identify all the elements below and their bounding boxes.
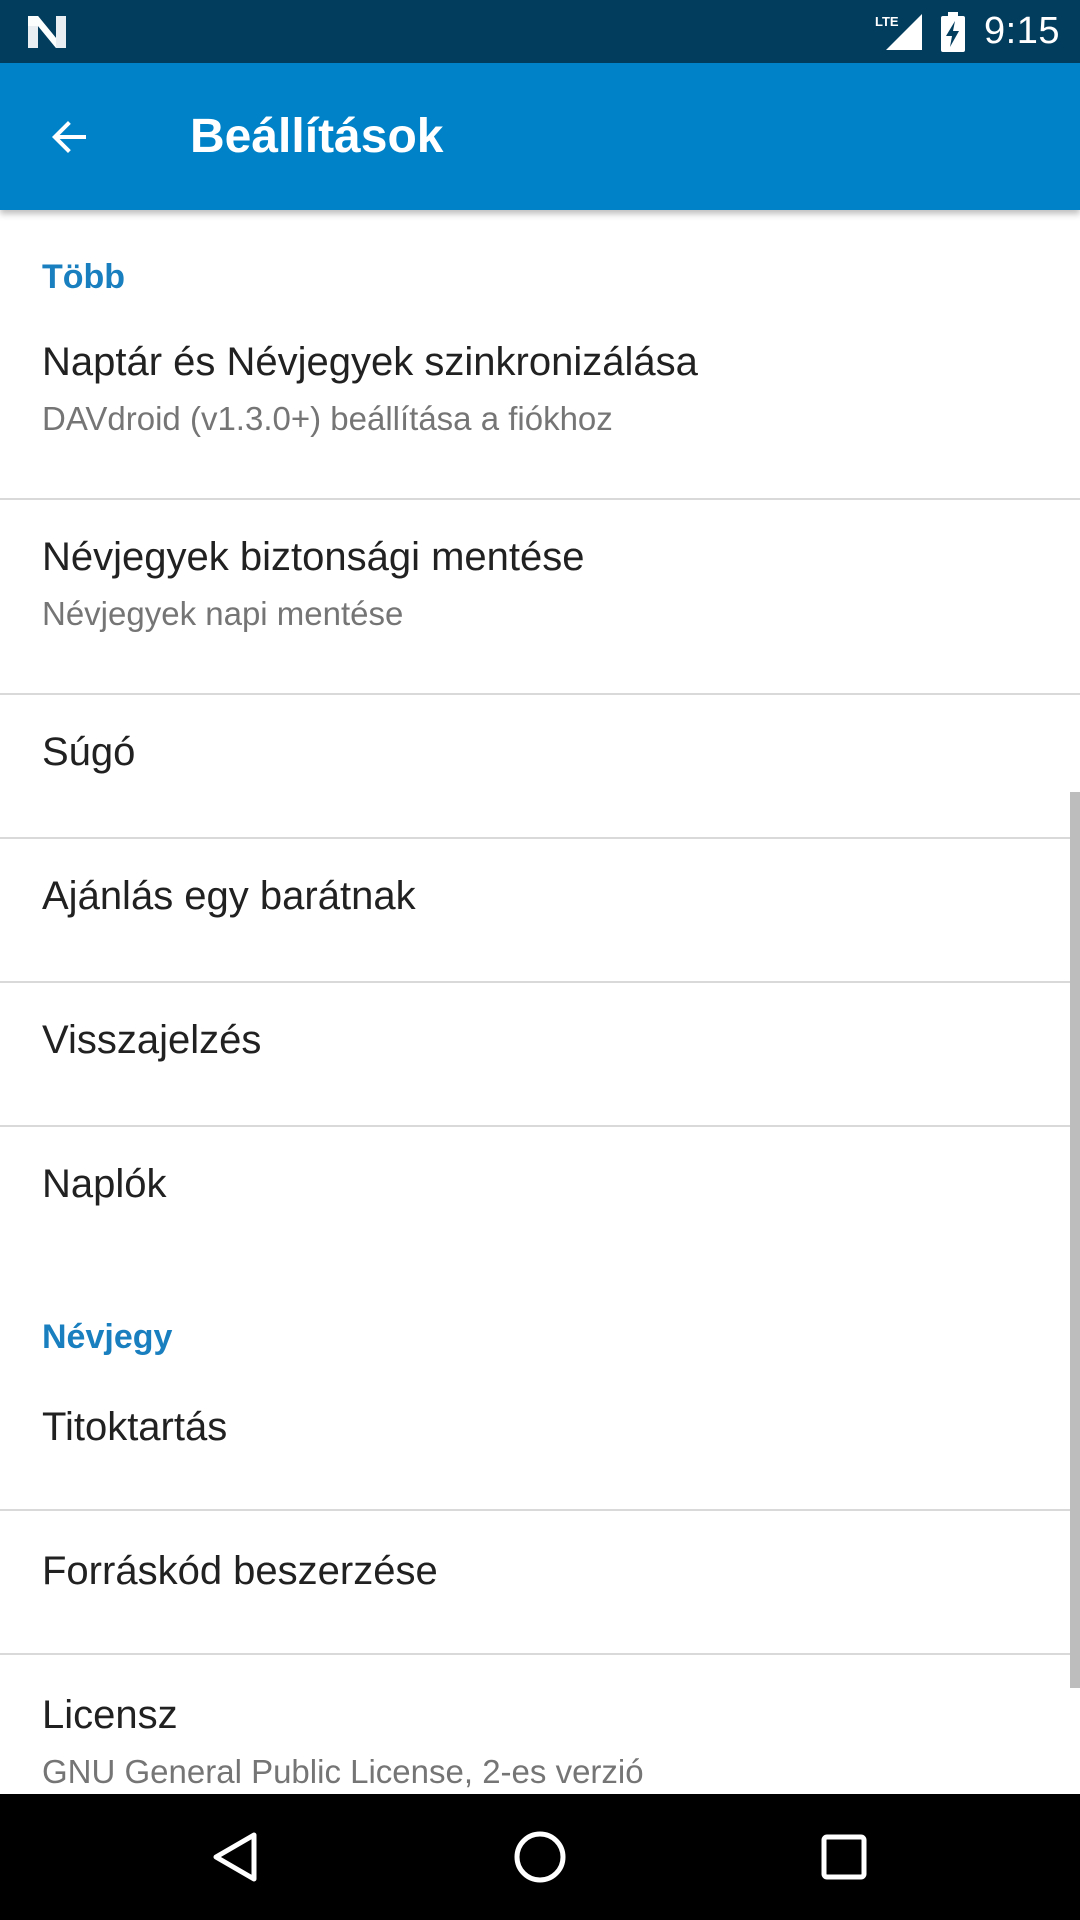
status-icons: LTE 9:15	[874, 0, 1060, 63]
pref-title: Névjegyek biztonsági mentése	[42, 535, 585, 579]
pref-logs[interactable]: Naplók	[0, 1127, 1080, 1270]
lte-signal-icon: LTE	[874, 12, 923, 52]
lte-label: LTE	[875, 14, 899, 29]
back-button[interactable]	[34, 101, 106, 173]
page-title: Beállítások	[190, 110, 444, 163]
recents-square-icon	[821, 1834, 867, 1880]
pref-title: Titoktartás	[42, 1405, 228, 1449]
pref-title: Forráskód beszerzése	[42, 1549, 438, 1593]
pref-title: Súgó	[42, 730, 136, 774]
pref-title: Ajánlás egy barátnak	[42, 874, 416, 918]
pref-summary: GNU General Public License, 2-es verzió	[42, 1753, 644, 1790]
pref-feedback[interactable]: Visszajelzés	[0, 983, 1080, 1126]
home-circle-icon	[514, 1831, 566, 1883]
pref-title: Licensz	[42, 1693, 178, 1737]
pref-title: Naptár és Névjegyek szinkronizálása	[42, 340, 698, 384]
battery-charging-icon	[941, 11, 966, 52]
pref-license[interactable]: Licensz GNU General Public License, 2-es…	[0, 1655, 1080, 1794]
pref-title: Naplók	[42, 1162, 167, 1206]
pref-source-code[interactable]: Forráskód beszerzése	[0, 1511, 1080, 1654]
settings-list[interactable]: Több Naptár és Névjegyek szinkronizálása…	[0, 210, 1080, 1794]
pref-recommend-friend[interactable]: Ajánlás egy barátnak	[0, 839, 1080, 982]
app-bar: Beállítások	[0, 63, 1080, 210]
status-bar: LTE 9:15	[0, 0, 1080, 63]
divider	[0, 498, 1080, 500]
pref-contacts-backup[interactable]: Névjegyek biztonsági mentése Névjegyek n…	[0, 535, 1080, 695]
n-logo-icon	[28, 16, 66, 48]
section-header-tobb: Több	[42, 258, 126, 296]
pref-help[interactable]: Súgó	[0, 695, 1080, 838]
nav-home-button[interactable]	[500, 1817, 580, 1897]
scrollbar[interactable]	[1070, 792, 1080, 1688]
pref-privacy[interactable]: Titoktartás	[0, 1365, 1080, 1508]
arrow-back-icon	[52, 121, 86, 153]
pref-sync-calendar-contacts[interactable]: Naptár és Névjegyek szinkronizálása DAVd…	[0, 340, 1080, 508]
status-clock: 9:15	[984, 10, 1060, 52]
nav-back-button[interactable]	[196, 1817, 276, 1897]
pref-title: Visszajelzés	[42, 1018, 262, 1062]
section-header-nevjegy: Névjegy	[42, 1318, 173, 1356]
nav-recents-button[interactable]	[804, 1817, 884, 1897]
pref-summary: DAVdroid (v1.3.0+) beállítása a fiókhoz	[42, 400, 613, 437]
back-triangle-icon	[213, 1832, 257, 1882]
nav-bar	[0, 1794, 1080, 1920]
pref-summary: Névjegyek napi mentése	[42, 595, 404, 632]
